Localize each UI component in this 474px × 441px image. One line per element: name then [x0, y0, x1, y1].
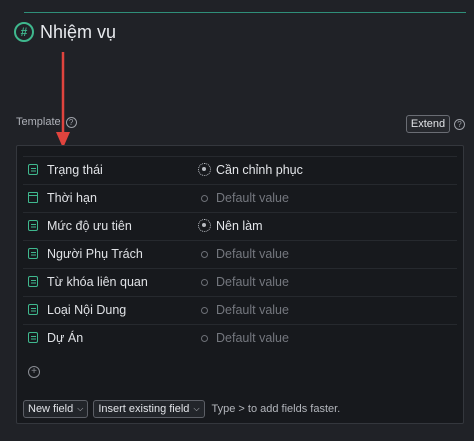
- empty-circle-icon: [201, 335, 208, 342]
- document-icon: [28, 164, 38, 175]
- empty-circle-icon: [201, 307, 208, 314]
- footer-hint: Type > to add fields faster.: [211, 403, 341, 415]
- field-name: Loại Nội Dung: [47, 302, 127, 317]
- status-gear-icon: [198, 219, 211, 232]
- field-row[interactable]: Mức độ ưu tiên Nên làm: [23, 212, 457, 238]
- field-name: Trạng thái: [47, 162, 103, 177]
- field-value[interactable]: Default value: [216, 331, 289, 345]
- template-label: Template: [16, 116, 61, 128]
- empty-circle-icon: [201, 195, 208, 202]
- extend-help-icon[interactable]: ?: [454, 119, 465, 130]
- extend-button[interactable]: Extend: [406, 115, 450, 133]
- hash-icon: #: [14, 22, 34, 42]
- field-name: Từ khóa liên quan: [47, 274, 148, 289]
- field-row[interactable]: Dự Án Default value: [23, 324, 457, 350]
- calendar-icon: [28, 192, 38, 203]
- field-row[interactable]: Người Phụ Trách Default value: [23, 240, 457, 266]
- new-field-button[interactable]: New field ⌵: [23, 400, 89, 418]
- field-value[interactable]: Default value: [216, 303, 289, 317]
- document-icon: [28, 248, 38, 259]
- footer-toolbar: New field ⌵ Insert existing field ⌵ Type…: [23, 400, 340, 418]
- empty-circle-icon: [201, 251, 208, 258]
- page-title: Nhiệm vụ: [40, 21, 117, 42]
- document-icon: [28, 220, 38, 231]
- template-fields-panel: Trạng thái Cần chỉnh phục Thời hạn Defau…: [16, 145, 464, 424]
- insert-existing-field-button[interactable]: Insert existing field ⌵: [93, 400, 205, 418]
- chevron-down-icon: ⌵: [77, 404, 84, 413]
- field-name: Người Phụ Trách: [47, 246, 143, 261]
- insert-existing-field-label: Insert existing field: [98, 403, 190, 415]
- field-name: Thời hạn: [47, 190, 97, 205]
- field-row[interactable]: Từ khóa liên quan Default value: [23, 268, 457, 294]
- page-header: # Nhiệm vụ: [14, 20, 116, 44]
- field-value[interactable]: Nên làm: [216, 219, 263, 233]
- field-value[interactable]: Default value: [216, 191, 289, 205]
- add-field-plus-icon[interactable]: +: [28, 366, 40, 378]
- template-label-row: Template ?: [16, 115, 77, 129]
- status-gear-icon: [198, 163, 211, 176]
- chevron-down-icon: ⌵: [193, 404, 200, 413]
- new-field-label: New field: [28, 403, 74, 415]
- field-name: Dự Án: [47, 330, 84, 345]
- red-arrow-down-icon: [56, 52, 70, 148]
- empty-circle-icon: [201, 279, 208, 286]
- field-value[interactable]: Default value: [216, 247, 289, 261]
- top-divider: [24, 12, 466, 13]
- field-row[interactable]: Loại Nội Dung Default value: [23, 296, 457, 322]
- field-value[interactable]: Default value: [216, 275, 289, 289]
- document-icon: [28, 304, 38, 315]
- help-icon[interactable]: ?: [65, 116, 77, 128]
- document-icon: [28, 332, 38, 343]
- field-value[interactable]: Cần chỉnh phục: [216, 163, 303, 177]
- field-row[interactable]: Thời hạn Default value: [23, 184, 457, 210]
- document-icon: [28, 276, 38, 287]
- field-row[interactable]: Trạng thái Cần chỉnh phục: [23, 156, 457, 182]
- field-name: Mức độ ưu tiên: [47, 218, 132, 233]
